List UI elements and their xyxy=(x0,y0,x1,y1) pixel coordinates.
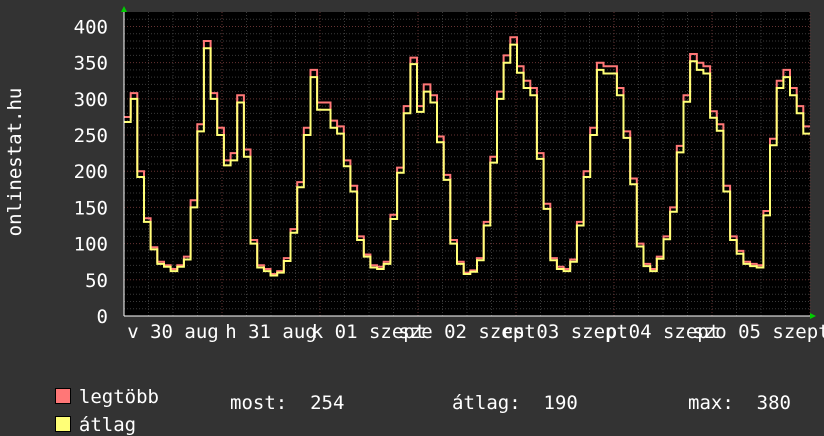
legend-label-avg: átlag xyxy=(78,414,137,436)
y-tick-label: 100 xyxy=(74,234,108,256)
y-tick-label: 200 xyxy=(74,161,108,183)
stat-current: most: 254 xyxy=(230,392,345,414)
x-tick-labels: v 30 aug h 31 augk 01 szeptsze 02 szeptcs… xyxy=(127,321,824,343)
y-tick-label: 50 xyxy=(85,270,108,292)
x-tick-label: h 31 aug xyxy=(225,321,317,343)
x-tick-label: v 30 aug xyxy=(127,321,219,343)
y-tick-label: 350 xyxy=(74,53,108,75)
y-tick-label: 300 xyxy=(74,89,108,111)
y-tick-labels: 0 50 100 150 200 250 300 350 400 xyxy=(74,16,108,328)
y-tick-label: 250 xyxy=(74,125,108,147)
y-tick-label: 400 xyxy=(74,16,108,38)
x-tick-label: szo 05 szept xyxy=(692,321,824,343)
y-tick-label: 150 xyxy=(74,197,108,219)
stat-average: átlag: 190 xyxy=(452,392,578,414)
y-axis-arrow-icon xyxy=(121,6,127,12)
y-axis-label: onlinestat.hu xyxy=(4,87,26,237)
stat-maximum: max: 380 xyxy=(688,392,791,414)
legend-item-avg: átlag xyxy=(32,392,136,436)
x-axis-arrow-icon xyxy=(810,313,816,319)
y-tick-label: 0 xyxy=(97,306,108,328)
legend-swatch-avg xyxy=(54,415,71,432)
